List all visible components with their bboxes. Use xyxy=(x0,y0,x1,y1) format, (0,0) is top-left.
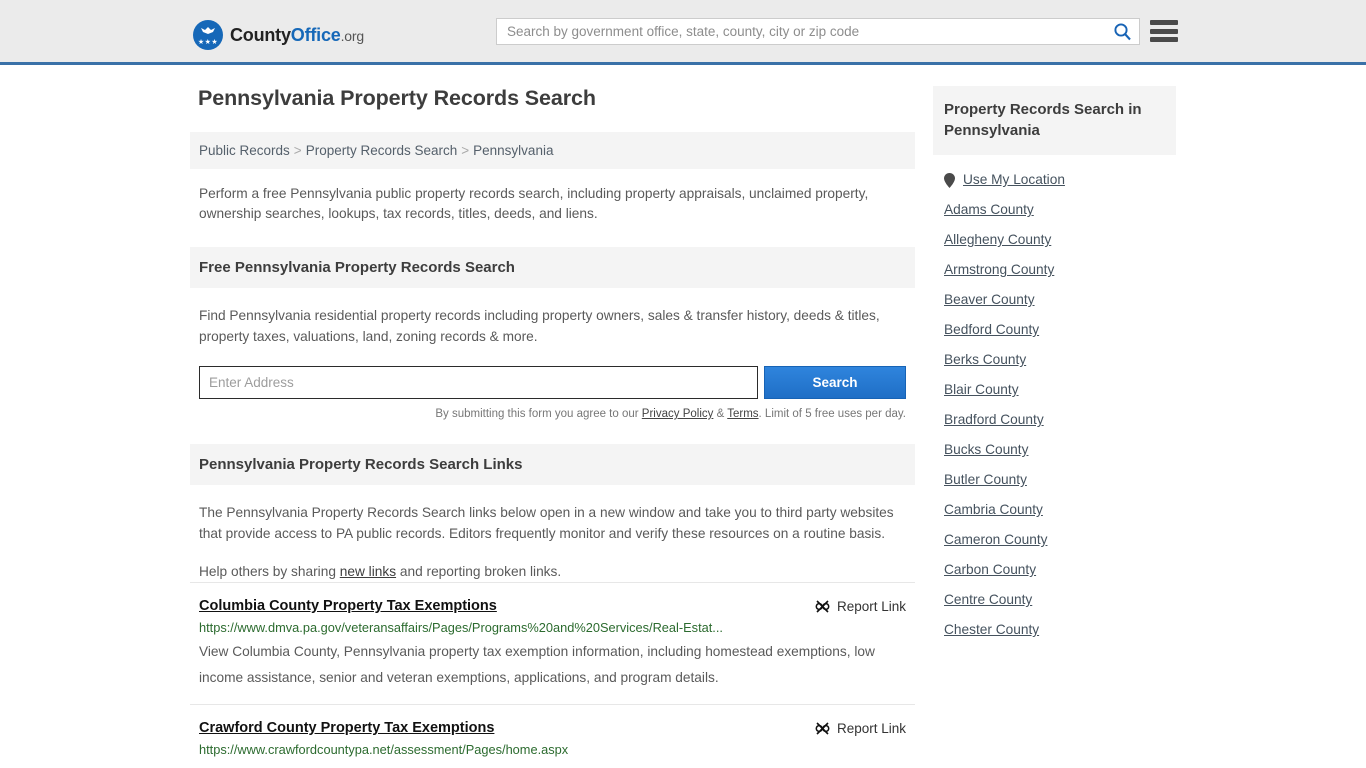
logo-suffix: .org xyxy=(341,28,364,44)
sidebar-item-use-my-location[interactable]: Use My Location xyxy=(944,155,1165,189)
header-search-bar[interactable] xyxy=(496,18,1140,45)
county-link[interactable]: Adams County xyxy=(944,202,1034,217)
result-header: Columbia County Property Tax Exemptions … xyxy=(199,598,906,614)
privacy-policy-link[interactable]: Privacy Policy xyxy=(642,408,714,420)
help-prefix: Help others by sharing xyxy=(199,564,340,579)
links-section-paragraph: The Pennsylvania Property Records Search… xyxy=(199,502,906,544)
breadcrumb-item-pennsylvania: Pennsylvania xyxy=(473,143,553,158)
county-link[interactable]: Cameron County xyxy=(944,532,1047,547)
report-link-label: Report Link xyxy=(837,721,906,736)
breadcrumb-item-public-records[interactable]: Public Records xyxy=(199,143,290,158)
result-title-link[interactable]: Crawford County Property Tax Exemptions xyxy=(199,720,494,736)
eagle-glyph xyxy=(198,26,218,36)
search-icon[interactable] xyxy=(1105,19,1139,44)
sidebar-item-county[interactable]: Cambria County xyxy=(944,489,1165,519)
broken-link-icon xyxy=(815,599,830,614)
sidebar-item-county[interactable]: Bedford County xyxy=(944,309,1165,339)
sidebar-item-county[interactable]: Butler County xyxy=(944,459,1165,489)
sidebar-item-county[interactable]: Adams County xyxy=(944,189,1165,219)
stars-glyph: ★★★ xyxy=(193,39,223,46)
logo-prefix: County xyxy=(230,25,291,45)
sidebar-heading: Property Records Search in Pennsylvania xyxy=(933,86,1176,155)
result-url: https://www.dmva.pa.gov/veteransaffairs/… xyxy=(199,620,906,635)
address-input[interactable] xyxy=(199,366,758,399)
sidebar-item-county[interactable]: Beaver County xyxy=(944,279,1165,309)
broken-link-icon xyxy=(815,721,830,736)
sidebar-item-county[interactable]: Blair County xyxy=(944,369,1165,399)
county-link[interactable]: Butler County xyxy=(944,472,1027,487)
sidebar-location-label[interactable]: Use My Location xyxy=(963,171,1065,189)
sidebar-item-county[interactable]: Carbon County xyxy=(944,549,1165,579)
address-search-form: Search xyxy=(199,366,906,399)
links-section-body: The Pennsylvania Property Records Search… xyxy=(190,502,915,582)
help-suffix: and reporting broken links. xyxy=(396,564,561,579)
new-links-link[interactable]: new links xyxy=(340,564,396,579)
county-link[interactable]: Bucks County xyxy=(944,442,1028,457)
breadcrumb-separator: > xyxy=(457,143,473,158)
sidebar-item-county[interactable]: Berks County xyxy=(944,339,1165,369)
county-link[interactable]: Bradford County xyxy=(944,412,1044,427)
county-link[interactable]: Centre County xyxy=(944,592,1032,607)
main-content: Pennsylvania Property Records Search Pub… xyxy=(190,86,915,768)
county-link[interactable]: Armstrong County xyxy=(944,262,1054,277)
terms-link[interactable]: Terms xyxy=(727,408,758,420)
site-header: ★★★ CountyOffice.org xyxy=(0,0,1366,65)
county-link[interactable]: Carbon County xyxy=(944,562,1036,577)
result-description: View Crawford County, Pennsylvania prope… xyxy=(199,761,906,768)
result-url: https://www.crawfordcountypa.net/assessm… xyxy=(199,742,906,757)
address-search-button[interactable]: Search xyxy=(764,366,906,399)
county-link[interactable]: Cambria County xyxy=(944,502,1043,517)
intro-paragraph: Perform a free Pennsylvania public prope… xyxy=(199,184,906,223)
site-logo-text: CountyOffice.org xyxy=(230,25,364,46)
county-link[interactable]: Beaver County xyxy=(944,292,1035,307)
county-link[interactable]: Bedford County xyxy=(944,322,1039,337)
hamburger-bar xyxy=(1150,20,1178,25)
search-input[interactable] xyxy=(497,19,1105,44)
county-link[interactable]: Blair County xyxy=(944,382,1019,397)
links-section-heading: Pennsylvania Property Records Search Lin… xyxy=(190,444,915,485)
result-title-link[interactable]: Columbia County Property Tax Exemptions xyxy=(199,598,497,614)
search-glass-glyph xyxy=(1113,22,1132,41)
hamburger-menu-icon[interactable] xyxy=(1150,18,1178,44)
county-link[interactable]: Chester County xyxy=(944,622,1039,637)
logo-accent: Office xyxy=(291,25,341,45)
disclaimer-suffix: . Limit of 5 free uses per day. xyxy=(759,408,906,420)
hamburger-bar xyxy=(1150,37,1178,42)
report-link-button[interactable]: Report Link xyxy=(815,598,906,614)
free-search-description: Find Pennsylvania residential property r… xyxy=(199,305,906,347)
free-search-body: Find Pennsylvania residential property r… xyxy=(190,305,915,420)
county-link[interactable]: Allegheny County xyxy=(944,232,1051,247)
page-body: Pennsylvania Property Records Search Pub… xyxy=(0,65,1366,768)
sidebar-item-county[interactable]: Bradford County xyxy=(944,399,1165,429)
form-disclaimer: By submitting this form you agree to our… xyxy=(199,408,906,420)
disclaimer-amp: & xyxy=(713,408,727,420)
page-title: Pennsylvania Property Records Search xyxy=(198,86,915,111)
report-link-label: Report Link xyxy=(837,599,906,614)
breadcrumb-item-property-records-search[interactable]: Property Records Search xyxy=(306,143,458,158)
free-search-heading: Free Pennsylvania Property Records Searc… xyxy=(190,247,915,288)
breadcrumb: Public Records>Property Records Search>P… xyxy=(190,132,915,169)
breadcrumb-separator: > xyxy=(290,143,306,158)
sidebar-county-list: Use My Location Adams County Allegheny C… xyxy=(933,155,1176,639)
result-description: View Columbia County, Pennsylvania prope… xyxy=(199,639,906,690)
sidebar-item-county[interactable]: Centre County xyxy=(944,579,1165,609)
links-help-paragraph: Help others by sharing new links and rep… xyxy=(199,561,906,582)
disclaimer-prefix: By submitting this form you agree to our xyxy=(435,408,641,420)
sidebar-item-county[interactable]: Bucks County xyxy=(944,429,1165,459)
result-item: Crawford County Property Tax Exemptions … xyxy=(190,704,915,768)
hamburger-bar xyxy=(1150,29,1178,34)
sidebar-item-county[interactable]: Allegheny County xyxy=(944,219,1165,249)
report-link-button[interactable]: Report Link xyxy=(815,720,906,736)
result-item: Columbia County Property Tax Exemptions … xyxy=(190,582,915,704)
map-pin-icon xyxy=(944,173,955,188)
eagle-seal-icon: ★★★ xyxy=(193,20,223,50)
result-header: Crawford County Property Tax Exemptions … xyxy=(199,720,906,736)
sidebar-item-county[interactable]: Armstrong County xyxy=(944,249,1165,279)
county-link[interactable]: Berks County xyxy=(944,352,1026,367)
site-logo[interactable]: ★★★ CountyOffice.org xyxy=(193,20,364,50)
sidebar: Property Records Search in Pennsylvania … xyxy=(933,86,1176,768)
sidebar-item-county[interactable]: Chester County xyxy=(944,609,1165,639)
sidebar-item-county[interactable]: Cameron County xyxy=(944,519,1165,549)
